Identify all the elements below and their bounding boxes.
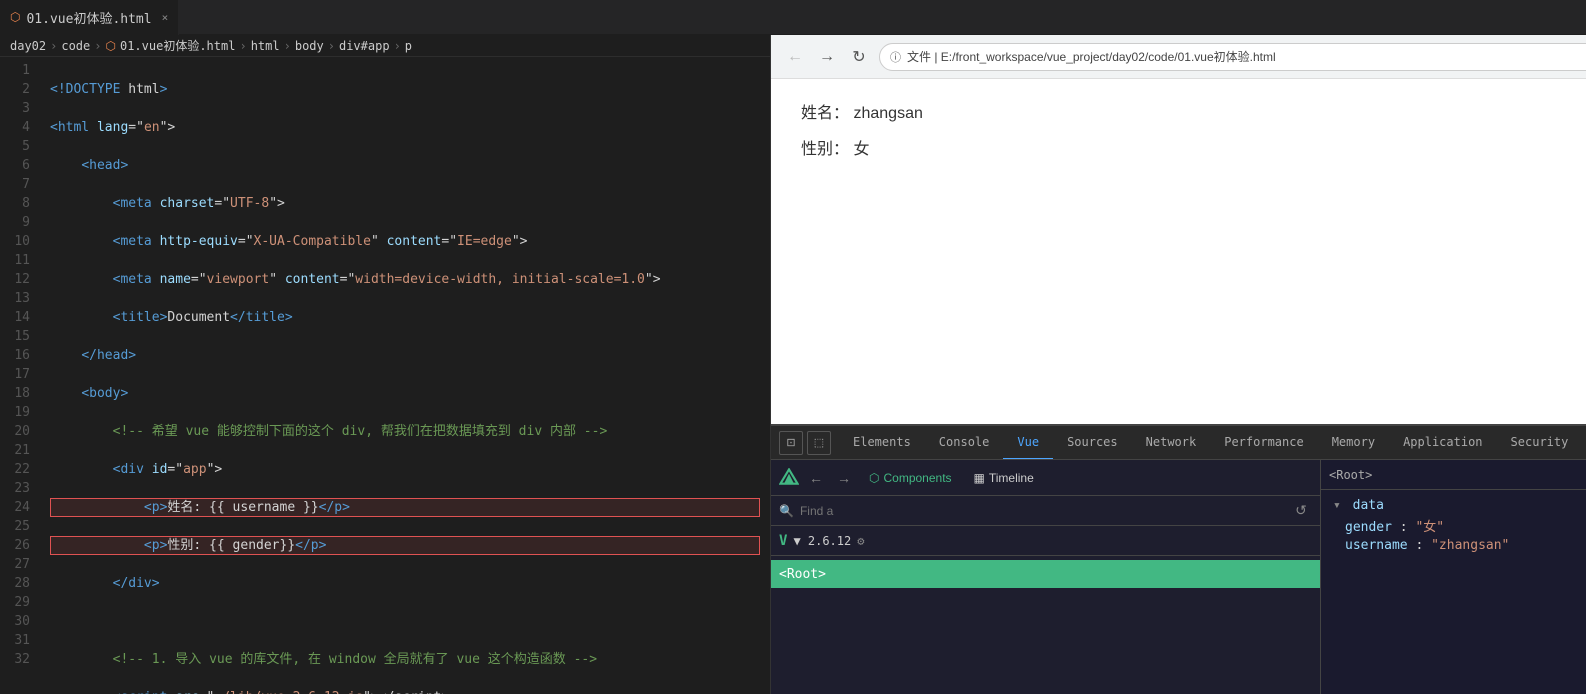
browser-gender-line: 性别： 女 xyxy=(801,135,1586,159)
url-bar[interactable]: ⓘ 文件 | E:/front_workspace/vue_project/da… xyxy=(879,43,1586,71)
vue-toolbar: ← → ⬡ Components ▦ Timeline xyxy=(771,460,1320,496)
vue-right-toolbar: <Root> ⬡ Filter state... xyxy=(1321,460,1586,490)
root-label: <Root> xyxy=(779,567,826,582)
components-label: Components xyxy=(883,471,951,485)
breadcrumb-sep: › xyxy=(284,39,291,53)
tab-sources[interactable]: Sources xyxy=(1053,426,1132,460)
username-key: username xyxy=(1345,538,1408,553)
data-colon: : xyxy=(1400,520,1416,535)
line-numbers: 12345 678910 1112131415 1617181920 21222… xyxy=(0,57,40,694)
breadcrumb-sep: › xyxy=(50,39,57,53)
code-editor: day02 › code › ⬡ 01.vue初体验.html › html ›… xyxy=(0,35,770,694)
code-area[interactable]: 12345 678910 1112131415 1617181920 21222… xyxy=(0,57,770,694)
gear-icon[interactable]: ⚙ xyxy=(857,534,864,548)
root-label-right: <Root> xyxy=(1329,468,1372,482)
html-file-icon: ⬡ xyxy=(10,10,20,24)
devtools-icons: ⊡ ⬚ xyxy=(771,431,839,455)
data-key: data xyxy=(1353,498,1384,513)
vue-components-tab[interactable]: ⬡ Components xyxy=(861,467,960,489)
file-tab[interactable]: ⬡ 01.vue初体验.html × xyxy=(0,0,179,35)
root-component-item[interactable]: <Root> xyxy=(771,560,1320,588)
data-colon2: : xyxy=(1415,538,1431,553)
tab-performance[interactable]: Performance xyxy=(1210,426,1317,460)
tab-vue[interactable]: Vue xyxy=(1003,426,1053,460)
name-label: 姓名： xyxy=(801,105,849,122)
tab-application[interactable]: Application xyxy=(1389,426,1496,460)
tab-network[interactable]: Network xyxy=(1132,426,1211,460)
vue-search-bar: 🔍 ↺ xyxy=(771,496,1320,526)
vue-left-panel: ← → ⬡ Components ▦ Timeline 🔍 xyxy=(771,460,1321,694)
main-area: day02 › code › ⬡ 01.vue初体验.html › html ›… xyxy=(0,35,1586,694)
gender-key: gender xyxy=(1345,520,1392,535)
breadcrumb-item: day02 xyxy=(10,39,46,53)
browser-toolbar: ← → ↻ ⓘ 文件 | E:/front_workspace/vue_proj… xyxy=(771,35,1586,79)
devtools-body: ← → ⬡ Components ▦ Timeline 🔍 xyxy=(771,460,1586,694)
devtools-inspect-button[interactable]: ⊡ xyxy=(779,431,803,455)
devtools-tabs: ⊡ ⬚ Elements Console Vue Sources Network… xyxy=(771,426,1586,460)
vue-timeline-tab[interactable]: ▦ Timeline xyxy=(966,467,1042,489)
breadcrumb-item: ⬡ xyxy=(106,39,116,53)
breadcrumb-sep: › xyxy=(239,39,246,53)
tab-elements[interactable]: Elements xyxy=(839,426,925,460)
vue-version-badge: ▼ 2.6.12 xyxy=(793,534,851,548)
gender-label: 性别： xyxy=(801,141,849,158)
vue-back-button[interactable]: ← xyxy=(805,467,827,489)
url-info-icon: ⓘ xyxy=(890,49,901,65)
gender-data-item: gender : "女" xyxy=(1333,516,1586,535)
devtools-panel: ⊡ ⬚ Elements Console Vue Sources Network… xyxy=(771,424,1586,694)
breadcrumb-item: body xyxy=(295,39,324,53)
breadcrumb-item: code xyxy=(61,39,90,53)
devtools-device-button[interactable]: ⬚ xyxy=(807,431,831,455)
vue-component-list: <Root> xyxy=(771,556,1320,694)
data-section: ▾ data xyxy=(1333,498,1586,513)
vue-data-tree: ▾ data gender : "女" username : "zhangsan… xyxy=(1321,490,1586,694)
breadcrumb-sep: › xyxy=(94,39,101,53)
breadcrumb-sep: › xyxy=(394,39,401,53)
tab-console[interactable]: Console xyxy=(925,426,1004,460)
username-data-item: username : "zhangsan" xyxy=(1333,538,1586,553)
tab-memory[interactable]: Memory xyxy=(1318,426,1389,460)
breadcrumb-item: div#app xyxy=(339,39,390,53)
username-value: "zhangsan" xyxy=(1431,538,1509,553)
browser-content: 姓名： zhangsan 性别： 女 xyxy=(771,79,1586,424)
vue-v-icon: V xyxy=(779,533,787,549)
breadcrumb-item: html xyxy=(251,39,280,53)
vue-forward-button[interactable]: → xyxy=(833,467,855,489)
timeline-label: Timeline xyxy=(989,471,1034,485)
timeline-icon: ▦ xyxy=(974,471,985,485)
url-text: 文件 | E:/front_workspace/vue_project/day0… xyxy=(907,48,1276,65)
browser-pane: ← → ↻ ⓘ 文件 | E:/front_workspace/vue_proj… xyxy=(770,35,1586,694)
browser-name-line: 姓名： zhangsan xyxy=(801,99,1586,123)
vue-logo-icon xyxy=(779,468,799,488)
tab-security[interactable]: Security xyxy=(1497,426,1583,460)
vue-right-panel: <Root> ⬡ Filter state... ▾ data gender :… xyxy=(1321,460,1586,694)
breadcrumb-item: p xyxy=(405,39,412,53)
components-icon: ⬡ xyxy=(869,471,879,485)
tab-bar: ⬡ 01.vue初体验.html × xyxy=(0,0,1586,35)
tab-close-button[interactable]: × xyxy=(162,11,169,24)
gender-value: "女" xyxy=(1415,520,1444,535)
code-content[interactable]: <!DOCTYPE html> <html lang="en"> <head> … xyxy=(40,57,770,694)
tab-label: 01.vue初体验.html xyxy=(26,8,151,27)
vue-version-row: V ▼ 2.6.12 ⚙ xyxy=(771,526,1320,556)
back-button[interactable]: ← xyxy=(783,45,807,69)
breadcrumb: day02 › code › ⬡ 01.vue初体验.html › html ›… xyxy=(0,35,770,57)
vue-refresh-button[interactable]: ↺ xyxy=(1290,500,1312,522)
breadcrumb-item: 01.vue初体验.html xyxy=(120,37,235,54)
vue-find-input[interactable] xyxy=(800,504,1284,518)
tab-lighthouse[interactable]: Lighthouse xyxy=(1582,426,1586,460)
forward-button[interactable]: → xyxy=(815,45,839,69)
gender-value: 女 xyxy=(853,141,869,158)
breadcrumb-sep: › xyxy=(328,39,335,53)
search-icon: 🔍 xyxy=(779,504,794,518)
expand-icon[interactable]: ▾ xyxy=(1333,498,1341,513)
reload-button[interactable]: ↻ xyxy=(847,45,871,69)
name-value: zhangsan xyxy=(853,105,922,122)
